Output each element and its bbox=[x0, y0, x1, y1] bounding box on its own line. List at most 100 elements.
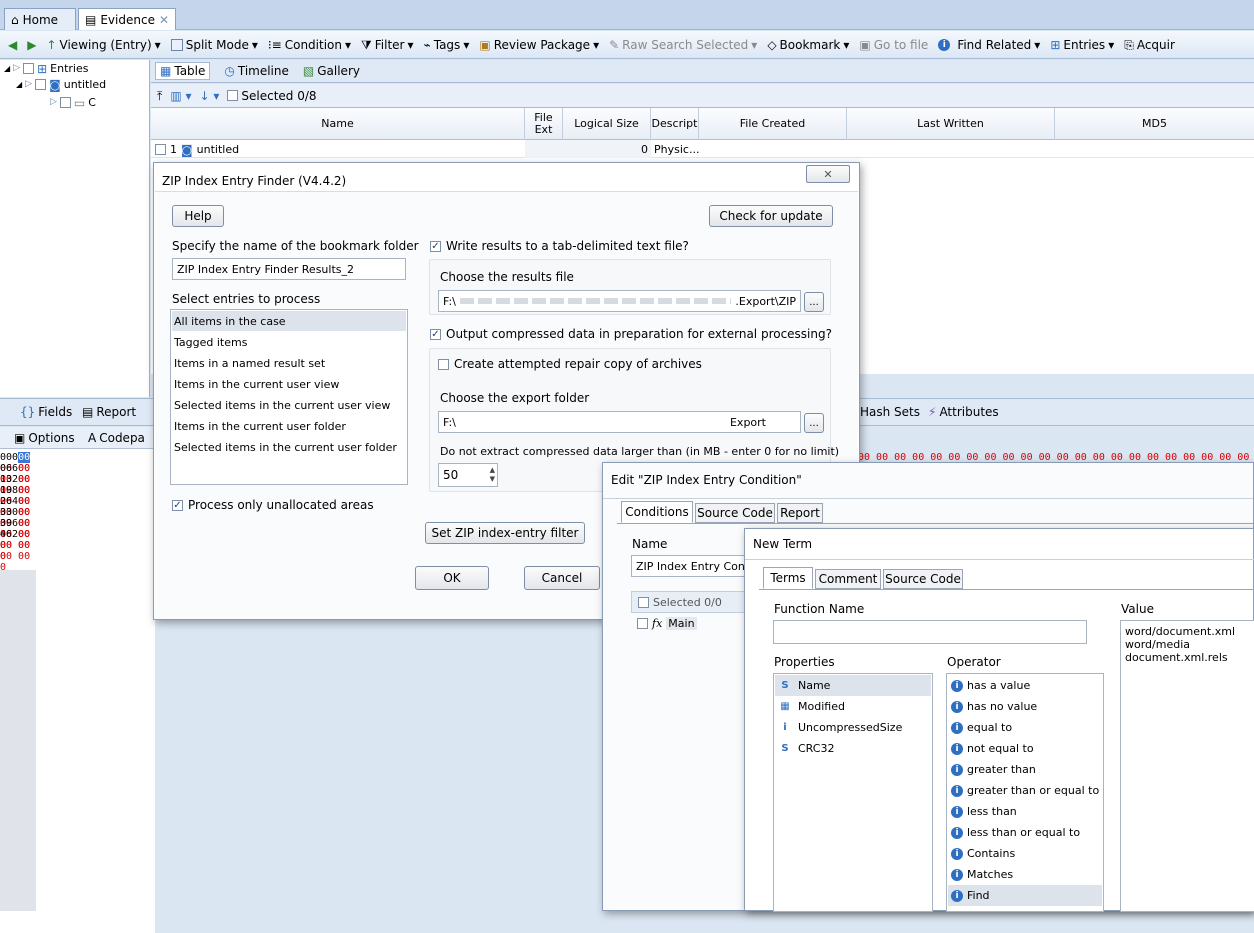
help-button[interactable]: Help bbox=[172, 205, 224, 227]
column-header-name[interactable]: Name bbox=[151, 108, 525, 140]
tab-comment[interactable]: Comment bbox=[815, 569, 881, 589]
ok-button[interactable]: OK bbox=[415, 566, 489, 590]
operator-item[interactable]: i less than or equal to bbox=[948, 822, 1102, 843]
expand-icon[interactable]: ◢ bbox=[16, 80, 22, 89]
select-all-checkbox[interactable]: Selected 0/8 bbox=[227, 89, 317, 103]
condition-button[interactable]: ⁝≡ Condition ▾ bbox=[268, 38, 351, 52]
split-mode-button[interactable]: Split Mode ▾ bbox=[170, 38, 258, 52]
columns-icon[interactable]: ▥ ▾ bbox=[170, 90, 191, 102]
operator-item[interactable]: i Matches bbox=[948, 864, 1102, 885]
function-name-input[interactable] bbox=[773, 620, 1087, 644]
value-textarea[interactable]: word/document.xml word/media document.xml.… bbox=[1120, 620, 1254, 912]
write-results-checkbox[interactable]: Write results to a tab-delimited text fi… bbox=[430, 239, 689, 253]
operator-item[interactable]: i less than bbox=[948, 801, 1102, 822]
browse-results-button[interactable]: ... bbox=[804, 292, 824, 312]
entries-listbox[interactable]: All items in the case Tagged items Items i… bbox=[170, 309, 408, 485]
operator-item[interactable]: i equal to bbox=[948, 717, 1102, 738]
write-results-box[interactable] bbox=[430, 240, 441, 252]
tree-node-untitled[interactable]: ◢ ▷ ◙ untitled bbox=[16, 78, 106, 91]
condition-name-input[interactable]: ZIP Index Entry Cond bbox=[631, 555, 761, 577]
tab-report[interactable]: Report bbox=[777, 503, 823, 523]
raw-search-button[interactable]: ✎ Raw Search Selected ▾ bbox=[609, 38, 757, 52]
entries-list-item[interactable]: Tagged items bbox=[172, 332, 406, 352]
property-item[interactable]: ▦ Modified bbox=[775, 696, 931, 717]
sort-icon[interactable]: ↓ ▾ bbox=[200, 90, 220, 102]
column-header-file-ext[interactable]: File Ext bbox=[525, 108, 563, 140]
output-compressed-box[interactable] bbox=[430, 328, 441, 340]
output-compressed-checkbox[interactable]: Output compressed data in preparation fo… bbox=[430, 327, 832, 341]
operator-item[interactable]: i has no value bbox=[948, 696, 1102, 717]
review-package-button[interactable]: ▣ Review Package ▾ bbox=[479, 38, 599, 52]
create-repair-box[interactable] bbox=[438, 358, 449, 370]
tab-attributes[interactable]: ⚡ Attributes bbox=[928, 405, 999, 419]
column-header-last-written[interactable]: Last Written bbox=[847, 108, 1055, 140]
entries-list-item[interactable]: Items in the current user view bbox=[172, 374, 406, 394]
condition-select-box[interactable] bbox=[638, 596, 649, 608]
main-checkbox[interactable] bbox=[637, 618, 648, 629]
spinner-icon[interactable]: ▲ ▼ bbox=[490, 466, 495, 484]
tree-checkbox[interactable] bbox=[35, 79, 47, 90]
bookmark-folder-input[interactable]: ZIP Index Entry Finder Results_2 bbox=[172, 258, 406, 280]
column-header-descript[interactable]: Descript bbox=[651, 108, 699, 140]
operator-item[interactable]: i has a value bbox=[948, 675, 1102, 696]
entries-list-item[interactable]: Items in the current user folder bbox=[172, 416, 406, 436]
column-header-file-created[interactable]: File Created bbox=[699, 108, 847, 140]
set-filter-button[interactable]: Set ZIP index-entry filter bbox=[425, 522, 585, 544]
tab-terms[interactable]: Terms bbox=[763, 567, 813, 589]
entries-list-item[interactable]: Items in a named result set bbox=[172, 353, 406, 373]
tab-evidence[interactable]: ▤ Evidence ✕ bbox=[78, 8, 176, 30]
check-update-button[interactable]: Check for update bbox=[709, 205, 833, 227]
entries-button[interactable]: ⊞ Entries ▾ bbox=[1050, 38, 1114, 52]
export-folder-input[interactable]: F:\ Export bbox=[438, 411, 801, 433]
tab-timeline[interactable]: ◷ Timeline bbox=[224, 64, 289, 78]
property-item[interactable]: i UncompressedSize bbox=[775, 717, 931, 738]
properties-listbox[interactable]: S Name ▦ Modified i UncompressedSize S CRC32 bbox=[773, 673, 933, 912]
operator-item[interactable]: i Find bbox=[948, 885, 1102, 906]
table-row[interactable]: 1 ◙ untitled 0 Physic... bbox=[151, 140, 1254, 158]
tab-gallery[interactable]: ▧ Gallery bbox=[303, 64, 360, 78]
tab-term-source-code[interactable]: Source Code bbox=[883, 569, 963, 589]
column-header-md5[interactable]: MD5 bbox=[1055, 108, 1254, 140]
tree-checkbox[interactable] bbox=[59, 97, 71, 108]
close-dialog-button[interactable]: ✕ bbox=[806, 165, 850, 183]
operator-listbox[interactable]: i has a value i has no value i equal to i not e… bbox=[946, 673, 1104, 912]
tab-conditions[interactable]: Conditions bbox=[621, 501, 693, 523]
acquire-button[interactable]: ⎘ Acquir bbox=[1124, 38, 1175, 52]
operator-item[interactable]: i greater than or equal to bbox=[948, 780, 1102, 801]
filter-button[interactable]: ⧩ Filter ▾ bbox=[361, 38, 413, 52]
tab-source-code[interactable]: Source Code bbox=[695, 503, 775, 523]
tab-fields[interactable]: {} Fields bbox=[20, 405, 72, 419]
go-to-file-button[interactable]: ▣ Go to file bbox=[859, 38, 928, 52]
tab-table[interactable]: ▦ Table bbox=[155, 62, 211, 80]
select-all-box[interactable] bbox=[227, 90, 239, 101]
operator-item[interactable]: i greater than bbox=[948, 759, 1102, 780]
expand-icon[interactable]: ◢ bbox=[4, 64, 10, 73]
hex-cursor[interactable]: 00 bbox=[18, 452, 31, 463]
create-repair-checkbox[interactable]: Create attempted repair copy of archives bbox=[438, 357, 702, 371]
process-unallocated-checkbox[interactable]: Process only unallocated areas bbox=[172, 498, 374, 512]
browse-export-button[interactable]: ... bbox=[804, 413, 824, 433]
find-related-button[interactable]: i Find Related ▾ bbox=[938, 38, 1040, 52]
entries-list-item[interactable]: Selected items in the current user folde… bbox=[172, 437, 406, 457]
condition-node-main[interactable]: fx Main bbox=[637, 617, 697, 630]
tree-checkbox[interactable] bbox=[23, 63, 35, 74]
results-file-input[interactable]: F:\ .Export\ZIP bbox=[438, 290, 801, 312]
entries-list-item[interactable]: All items in the case bbox=[172, 311, 406, 331]
tags-button[interactable]: ⌁ Tags ▾ bbox=[424, 38, 470, 52]
operator-item[interactable]: i Contains bbox=[948, 843, 1102, 864]
hex-options-button[interactable]: ▣ Options bbox=[14, 431, 75, 445]
viewing-dropdown[interactable]: ↑ Viewing (Entry) ▾ bbox=[46, 38, 160, 52]
process-unallocated-box[interactable] bbox=[172, 499, 183, 511]
column-header-logical-size[interactable]: Logical Size bbox=[563, 108, 651, 140]
property-item[interactable]: S CRC32 bbox=[775, 738, 931, 759]
go-up-icon[interactable]: ⤒ bbox=[157, 90, 162, 102]
row-checkbox[interactable] bbox=[155, 144, 166, 155]
cancel-button[interactable]: Cancel bbox=[524, 566, 600, 590]
hex-codepage-button[interactable]: A Codepa bbox=[88, 431, 145, 445]
tab-hash-sets[interactable]: Hash Sets bbox=[860, 405, 920, 419]
bookmark-button[interactable]: ◇ Bookmark ▾ bbox=[767, 38, 849, 52]
close-tab-icon[interactable]: ✕ bbox=[159, 14, 169, 26]
tab-home[interactable]: ⌂ Home bbox=[4, 8, 76, 30]
limit-input[interactable]: 50 ▲ ▼ bbox=[438, 463, 498, 487]
tab-report[interactable]: ▤ Report bbox=[82, 405, 136, 419]
